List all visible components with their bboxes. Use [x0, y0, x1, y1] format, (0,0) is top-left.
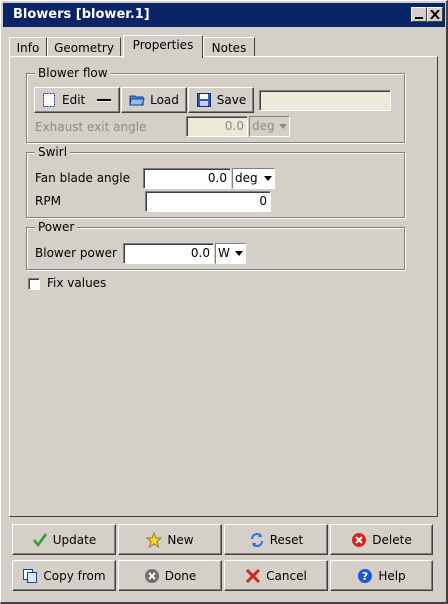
tab-info-label: Info	[16, 41, 40, 55]
new-label: New	[167, 532, 194, 547]
save-button[interactable]: Save	[188, 87, 254, 113]
edit-icon	[41, 92, 57, 108]
save-label: Save	[216, 93, 247, 107]
title-bar[interactable]: Blowers [blower.1]	[3, 3, 445, 27]
edit-dropdown-indicator	[97, 99, 111, 102]
properties-panel: Blower flow Edit Load Save Exhaust exit …	[9, 56, 438, 517]
delete-button[interactable]: Delete	[330, 524, 433, 555]
fan-blade-unit-value: deg	[235, 171, 258, 185]
exhaust-exit-angle-label: Exhaust exit angle	[35, 120, 147, 134]
tab-geometry[interactable]: Geometry	[47, 37, 121, 57]
done-button[interactable]: Done	[118, 560, 222, 591]
reset-button[interactable]: Reset	[224, 524, 328, 555]
cancel-x-icon	[245, 568, 261, 584]
power-group: Power Blower power 0.0 W	[26, 220, 405, 270]
power-title: Power	[35, 220, 78, 234]
fan-blade-unit-select[interactable]: deg	[232, 168, 275, 189]
blower-flow-group: Blower flow Edit Load Save Exhaust exit …	[26, 66, 405, 143]
tab-properties-label: Properties	[132, 38, 194, 52]
exhaust-angle-unit-value: deg	[252, 119, 275, 133]
floppy-disk-icon	[196, 92, 212, 108]
blower-flow-title: Blower flow	[35, 66, 111, 80]
new-button[interactable]: New	[118, 524, 222, 555]
copy-from-label: Copy from	[43, 568, 106, 583]
rpm-label: RPM	[35, 194, 61, 208]
load-label: Load	[150, 93, 179, 107]
swirl-title: Swirl	[35, 145, 71, 159]
blower-power-label: Blower power	[35, 246, 117, 260]
folder-icon	[129, 92, 145, 108]
update-button[interactable]: Update	[12, 524, 116, 555]
svg-text:?: ?	[362, 570, 368, 583]
copy-from-button[interactable]: Copy from	[12, 560, 116, 591]
check-icon	[32, 532, 48, 548]
window-title: Blowers [blower.1]	[13, 7, 150, 22]
refresh-icon	[249, 532, 265, 548]
rpm-input[interactable]: 0	[145, 191, 271, 212]
help-button[interactable]: ? Help	[330, 560, 433, 591]
cancel-button[interactable]: Cancel	[224, 560, 328, 591]
help-icon: ?	[357, 568, 373, 584]
fan-blade-angle-label: Fan blade angle	[35, 171, 130, 185]
delete-icon	[351, 532, 367, 548]
tab-info[interactable]: Info	[9, 37, 47, 57]
dropdown-arrow-icon	[278, 118, 288, 135]
flow-file-field	[259, 90, 391, 111]
load-button[interactable]: Load	[121, 87, 187, 113]
exhaust-exit-angle-input: 0.0	[186, 116, 248, 137]
update-label: Update	[52, 532, 97, 547]
done-label: Done	[164, 568, 197, 583]
exhaust-angle-unit-select: deg	[249, 116, 290, 137]
done-icon	[144, 568, 160, 584]
tab-notes[interactable]: Notes	[203, 37, 255, 57]
swirl-group: Swirl Fan blade angle 0.0 deg RPM 0	[26, 145, 405, 218]
cancel-label: Cancel	[266, 568, 307, 583]
blower-power-unit-value: W	[218, 246, 230, 260]
copy-icon	[22, 568, 38, 584]
tab-properties[interactable]: Properties	[123, 35, 203, 58]
minimize-button[interactable]	[411, 7, 427, 22]
star-icon	[146, 531, 163, 548]
close-icon	[430, 10, 440, 19]
delete-label: Delete	[372, 532, 412, 547]
tab-notes-label: Notes	[211, 41, 247, 55]
tab-geometry-label: Geometry	[54, 41, 114, 55]
blower-power-input[interactable]: 0.0	[123, 243, 214, 264]
blower-power-unit-select[interactable]: W	[215, 243, 246, 264]
edit-label: Edit	[62, 93, 86, 107]
blowers-window: Blowers [blower.1] Info Geometry Propert…	[0, 0, 448, 604]
reset-label: Reset	[269, 532, 304, 547]
edit-menu-button[interactable]: Edit	[34, 87, 120, 113]
fix-values-checkbox[interactable]	[28, 278, 40, 290]
fan-blade-angle-input[interactable]: 0.0	[143, 168, 231, 189]
dropdown-arrow-icon	[263, 170, 273, 187]
close-button[interactable]	[427, 7, 443, 22]
dropdown-arrow-icon	[234, 245, 244, 262]
help-label: Help	[378, 568, 406, 583]
fix-values-label[interactable]: Fix values	[47, 276, 106, 290]
